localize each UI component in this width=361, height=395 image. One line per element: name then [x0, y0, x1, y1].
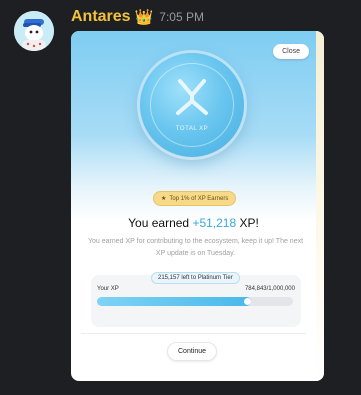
xp-progress-card: 215,157 left to Platinum Tier Your XP 78…: [91, 272, 301, 327]
crown-icon: 👑: [134, 8, 154, 26]
footer-divider: [81, 333, 306, 334]
modal-edge-accent: [316, 31, 324, 381]
user-avatar[interactable]: [14, 11, 54, 51]
total-xp-coin: TOTAL XP: [140, 53, 244, 157]
tier-remaining-pill: 215,157 left to Platinum Tier: [151, 272, 240, 284]
earned-description: You earned XP for contributing to the ec…: [87, 238, 304, 257]
badge-label: Top 1% of XP Earners: [169, 195, 229, 202]
earned-heading: You earned +51,218 XP!: [71, 216, 316, 230]
earned-value: +51,218: [192, 216, 237, 230]
close-button[interactable]: Close: [273, 44, 309, 59]
xp-row: Your XP 784,843/1,000,000: [97, 286, 295, 292]
coin-label: TOTAL XP: [175, 126, 209, 132]
earned-prefix: You earned: [128, 216, 190, 230]
message-timestamp: 7:05 PM: [159, 10, 204, 24]
earned-suffix: XP!: [239, 216, 259, 230]
top-earner-badge: ★ Top 1% of XP Earners: [153, 191, 237, 206]
star-icon: ★: [161, 196, 167, 202]
username[interactable]: Antares: [71, 8, 131, 26]
xp-progress-bar: [97, 297, 293, 306]
xp-progress-text: 784,843/1,000,000: [244, 286, 295, 292]
xp-progress-knob: [243, 298, 251, 305]
continue-button[interactable]: Continue: [167, 342, 218, 361]
xp-reward-modal: Close TOTAL XP ★ Top 1% of XP Earners Yo…: [71, 31, 324, 381]
your-xp-label: Your XP: [97, 286, 119, 292]
xp-progress-fill: [97, 297, 251, 306]
xp-logo-icon: [176, 79, 208, 115]
message-header: Antares 👑 7:05 PM: [71, 8, 204, 26]
